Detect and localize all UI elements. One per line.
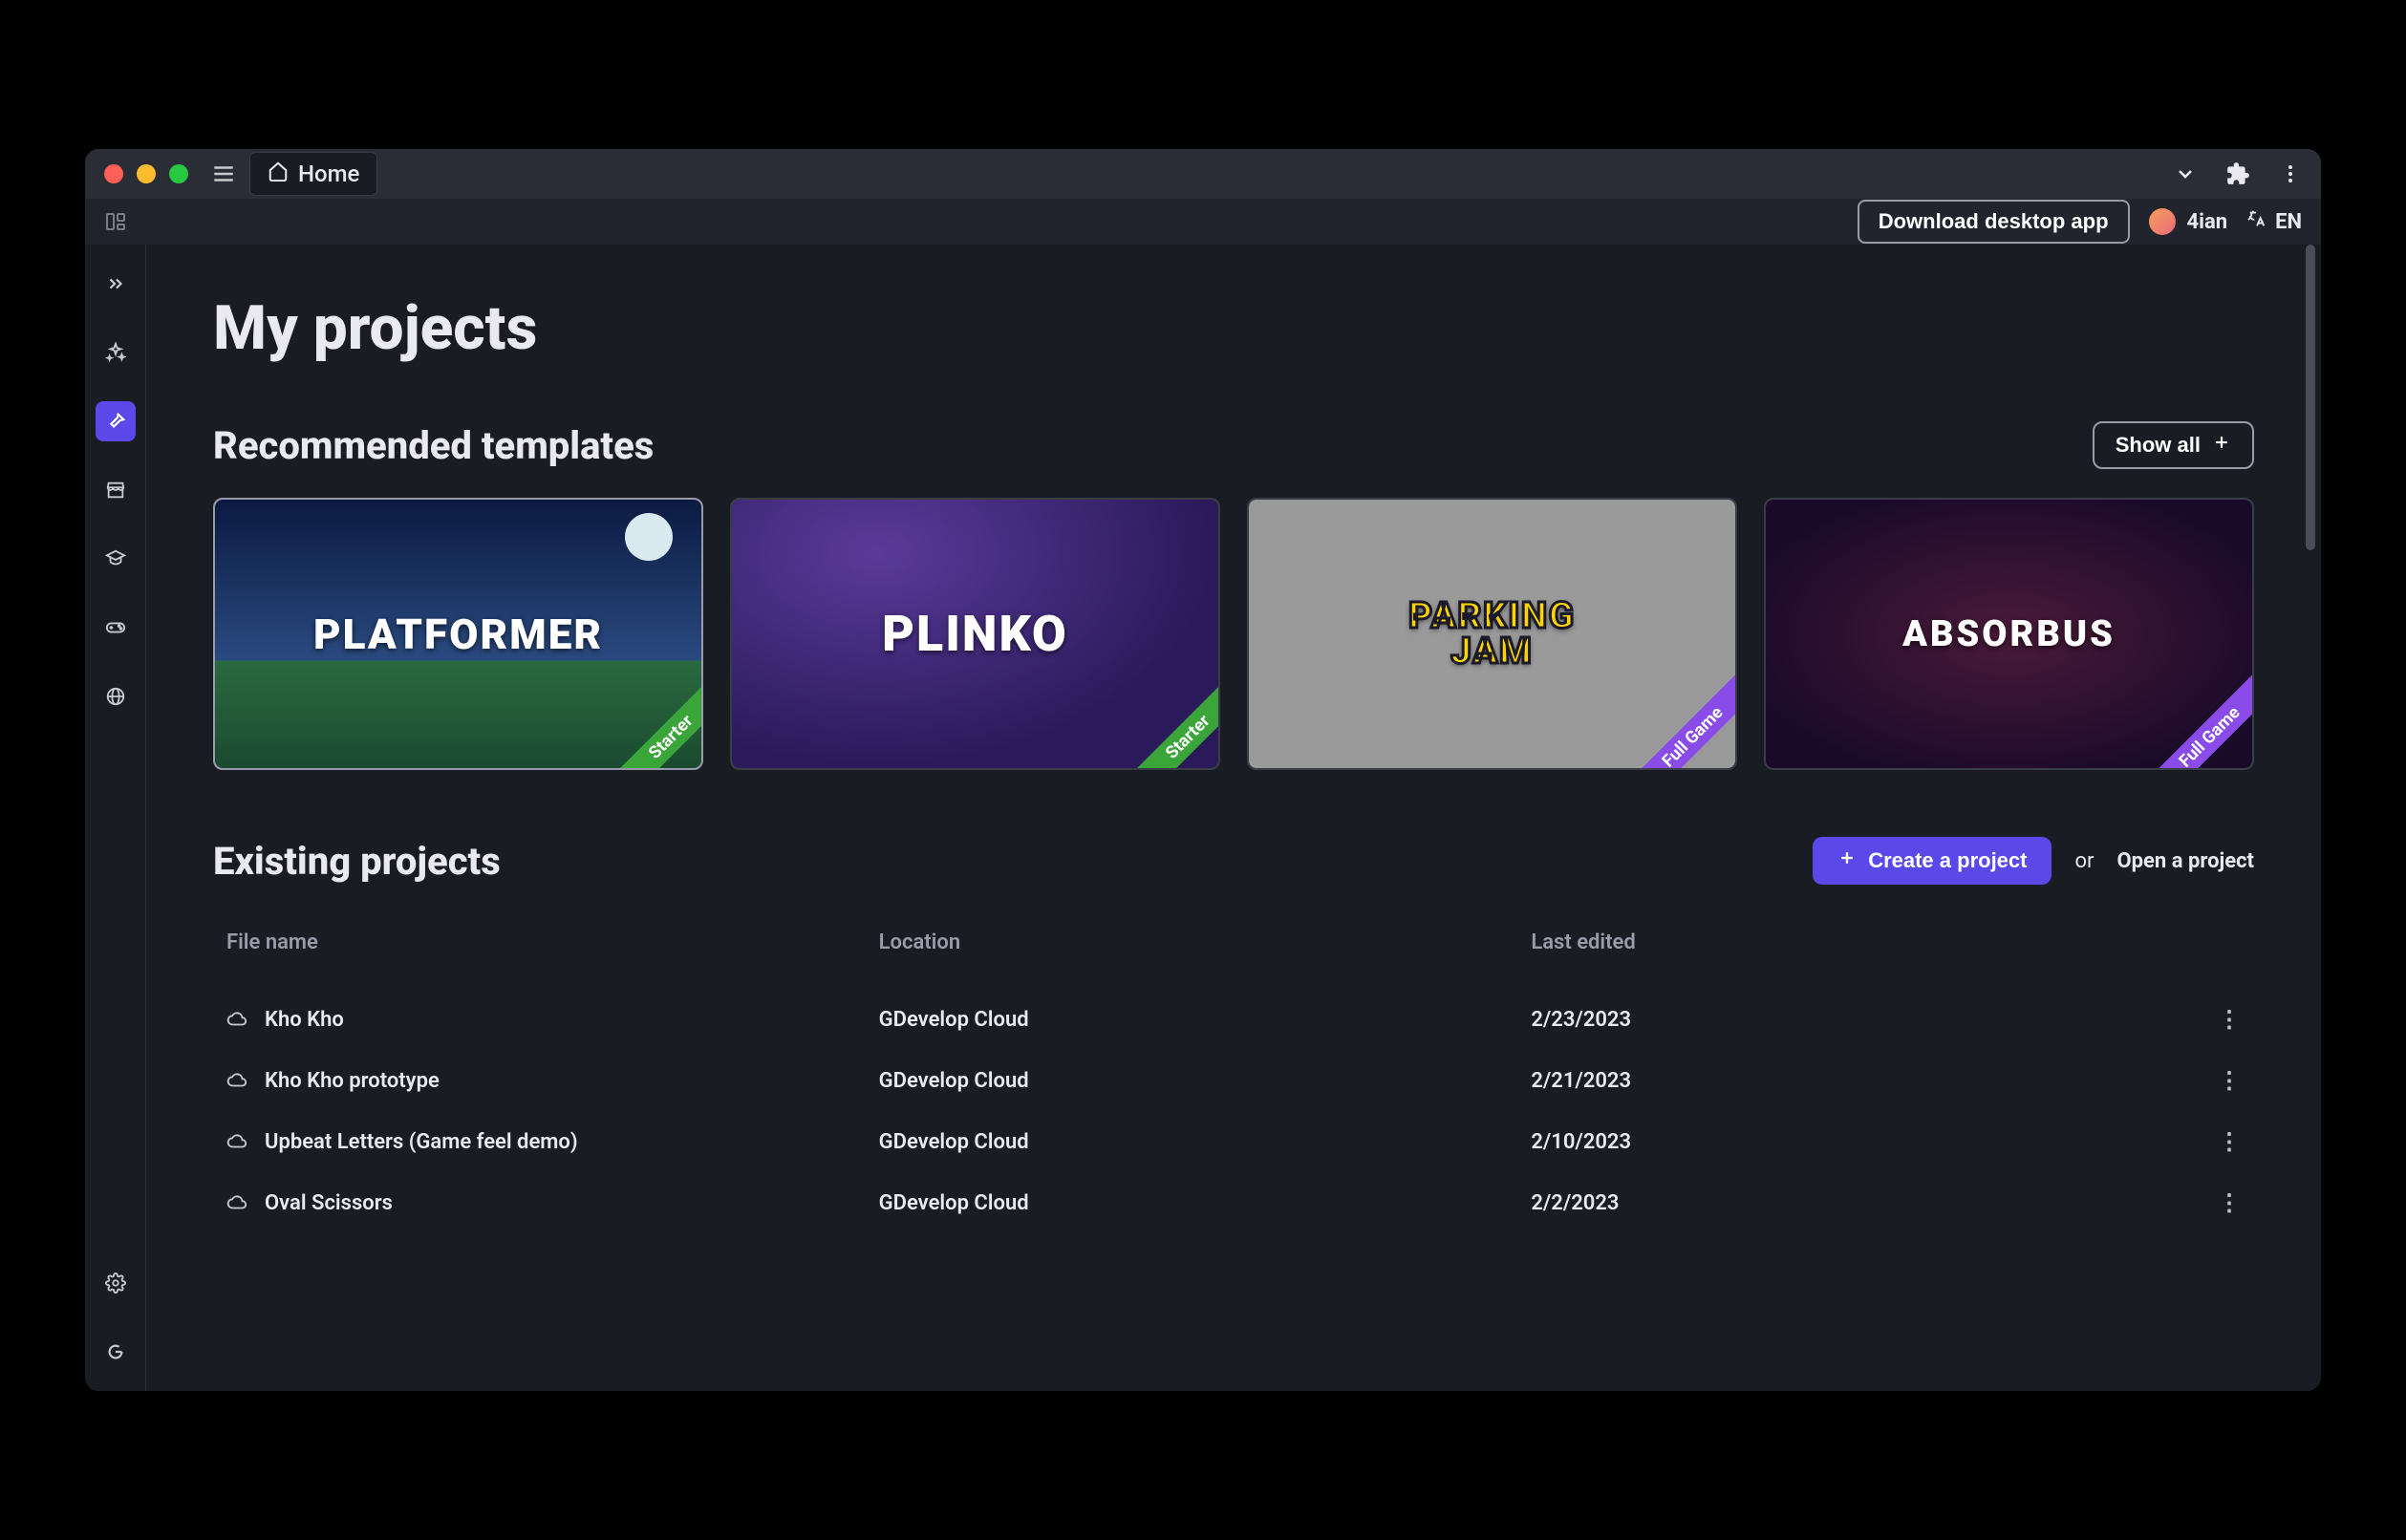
template-card[interactable]: PARKING JAMFull Game (1247, 498, 1737, 770)
file-name: Oval Scissors (265, 1191, 393, 1215)
translate-icon (2246, 208, 2267, 235)
existing-header: Existing projects Create a project or Op… (213, 837, 2254, 885)
table-header: File name Location Last edited (213, 913, 2254, 989)
location-cell: GDevelop Cloud (879, 1008, 1532, 1032)
location-cell: GDevelop Cloud (879, 1130, 1532, 1154)
cloud-icon (226, 1009, 247, 1030)
template-card[interactable]: PLATFORMERStarter (213, 498, 703, 770)
col-edited: Last edited (1531, 930, 2183, 954)
template-title: PLATFORMER (215, 500, 701, 768)
scrollbar[interactable] (2306, 245, 2315, 550)
file-name: Kho Kho prototype (265, 1069, 440, 1093)
main-content: My projects Recommended templates Show a… (146, 245, 2321, 1391)
file-name-cell: Kho Kho (226, 1008, 879, 1032)
file-name-cell: Upbeat Letters (Game feel demo) (226, 1130, 879, 1154)
template-card[interactable]: PLINKOStarter (730, 498, 1220, 770)
hamburger-menu-button[interactable] (211, 161, 236, 186)
window-zoom-button[interactable] (169, 164, 188, 183)
avatar (2149, 208, 2176, 235)
location-cell: GDevelop Cloud (879, 1069, 1532, 1093)
panel-toggle-icon[interactable] (104, 210, 127, 233)
plus-icon (1837, 848, 1857, 873)
language-toggle[interactable]: EN (2246, 208, 2302, 235)
show-all-button[interactable]: Show all (2093, 421, 2254, 469)
sidebar-expand-button[interactable] (96, 264, 136, 304)
file-name: Kho Kho (265, 1008, 344, 1032)
table-row[interactable]: Kho Kho prototype GDevelop Cloud2/21/2023… (213, 1050, 2254, 1111)
tab-home[interactable]: Home (249, 152, 377, 196)
app-window: Home Download desktop app 4ian (85, 149, 2321, 1391)
open-project-link[interactable]: Open a project (2117, 849, 2255, 873)
or-text: or (2074, 849, 2094, 873)
templates-row: PLATFORMERStarterPLINKOStarterPARKING JA… (213, 498, 2254, 770)
show-all-label: Show all (2116, 433, 2201, 458)
edited-cell: 2/23/2023 (1531, 1008, 2183, 1032)
sidebar-settings[interactable] (96, 1263, 136, 1303)
row-menu-button[interactable]: ⋮ (2183, 1128, 2241, 1155)
template-title: PLINKO (732, 500, 1218, 768)
window-minimize-button[interactable] (137, 164, 156, 183)
titlebar: Home (85, 149, 2321, 199)
edited-cell: 2/21/2023 (1531, 1069, 2183, 1093)
username-label: 4ian (2187, 210, 2228, 234)
col-filename: File name (226, 930, 879, 954)
row-menu-button[interactable]: ⋮ (2183, 1189, 2241, 1216)
sidebar-web[interactable] (96, 676, 136, 717)
window-close-button[interactable] (104, 164, 123, 183)
file-name: Upbeat Letters (Game feel demo) (265, 1130, 578, 1154)
tab-label: Home (298, 160, 359, 187)
language-label: EN (2275, 210, 2302, 234)
file-name-cell: Kho Kho prototype (226, 1069, 879, 1093)
sidebar-store[interactable] (96, 470, 136, 510)
sidebar (85, 245, 146, 1391)
cloud-icon (226, 1131, 247, 1152)
create-project-button[interactable]: Create a project (1813, 837, 2052, 885)
existing-title: Existing projects (213, 839, 501, 884)
location-cell: GDevelop Cloud (879, 1191, 1532, 1215)
sidebar-learn[interactable] (96, 539, 136, 579)
sidebar-build[interactable] (96, 401, 136, 441)
create-label: Create a project (1868, 848, 2027, 873)
more-vertical-icon[interactable] (2279, 162, 2302, 185)
sidebar-gd-logo[interactable] (96, 1332, 136, 1372)
body: My projects Recommended templates Show a… (85, 245, 2321, 1391)
projects-table: File name Location Last edited Kho Kho GD… (213, 913, 2254, 1233)
file-name-cell: Oval Scissors (226, 1191, 879, 1215)
sidebar-discover[interactable] (96, 332, 136, 373)
chevron-down-icon[interactable] (2174, 162, 2197, 185)
cloud-icon (226, 1070, 247, 1091)
sidebar-play[interactable] (96, 608, 136, 648)
recommended-header: Recommended templates Show all (213, 421, 2254, 469)
template-title: PARKING JAM (1249, 500, 1735, 768)
page-title: My projects (213, 292, 2254, 364)
extensions-icon[interactable] (2225, 161, 2250, 186)
row-menu-button[interactable]: ⋮ (2183, 1067, 2241, 1094)
template-card[interactable]: ABSORBUSFull Game (1764, 498, 2254, 770)
edited-cell: 2/2/2023 (1531, 1191, 2183, 1215)
col-location: Location (879, 930, 1532, 954)
table-row[interactable]: Kho Kho GDevelop Cloud2/23/2023⋮ (213, 989, 2254, 1050)
edited-cell: 2/10/2023 (1531, 1130, 2183, 1154)
traffic-lights (104, 164, 188, 183)
row-menu-button[interactable]: ⋮ (2183, 1006, 2241, 1033)
plus-icon (2212, 433, 2231, 458)
home-icon (268, 160, 289, 187)
table-row[interactable]: Upbeat Letters (Game feel demo) GDevelop … (213, 1111, 2254, 1172)
template-title: ABSORBUS (1766, 500, 2252, 768)
subheader: Download desktop app 4ian EN (85, 199, 2321, 245)
user-menu[interactable]: 4ian (2149, 208, 2228, 235)
cloud-icon (226, 1192, 247, 1213)
recommended-title: Recommended templates (213, 423, 654, 468)
table-row[interactable]: Oval Scissors GDevelop Cloud2/2/2023⋮ (213, 1172, 2254, 1233)
download-desktop-button[interactable]: Download desktop app (1858, 200, 2130, 244)
